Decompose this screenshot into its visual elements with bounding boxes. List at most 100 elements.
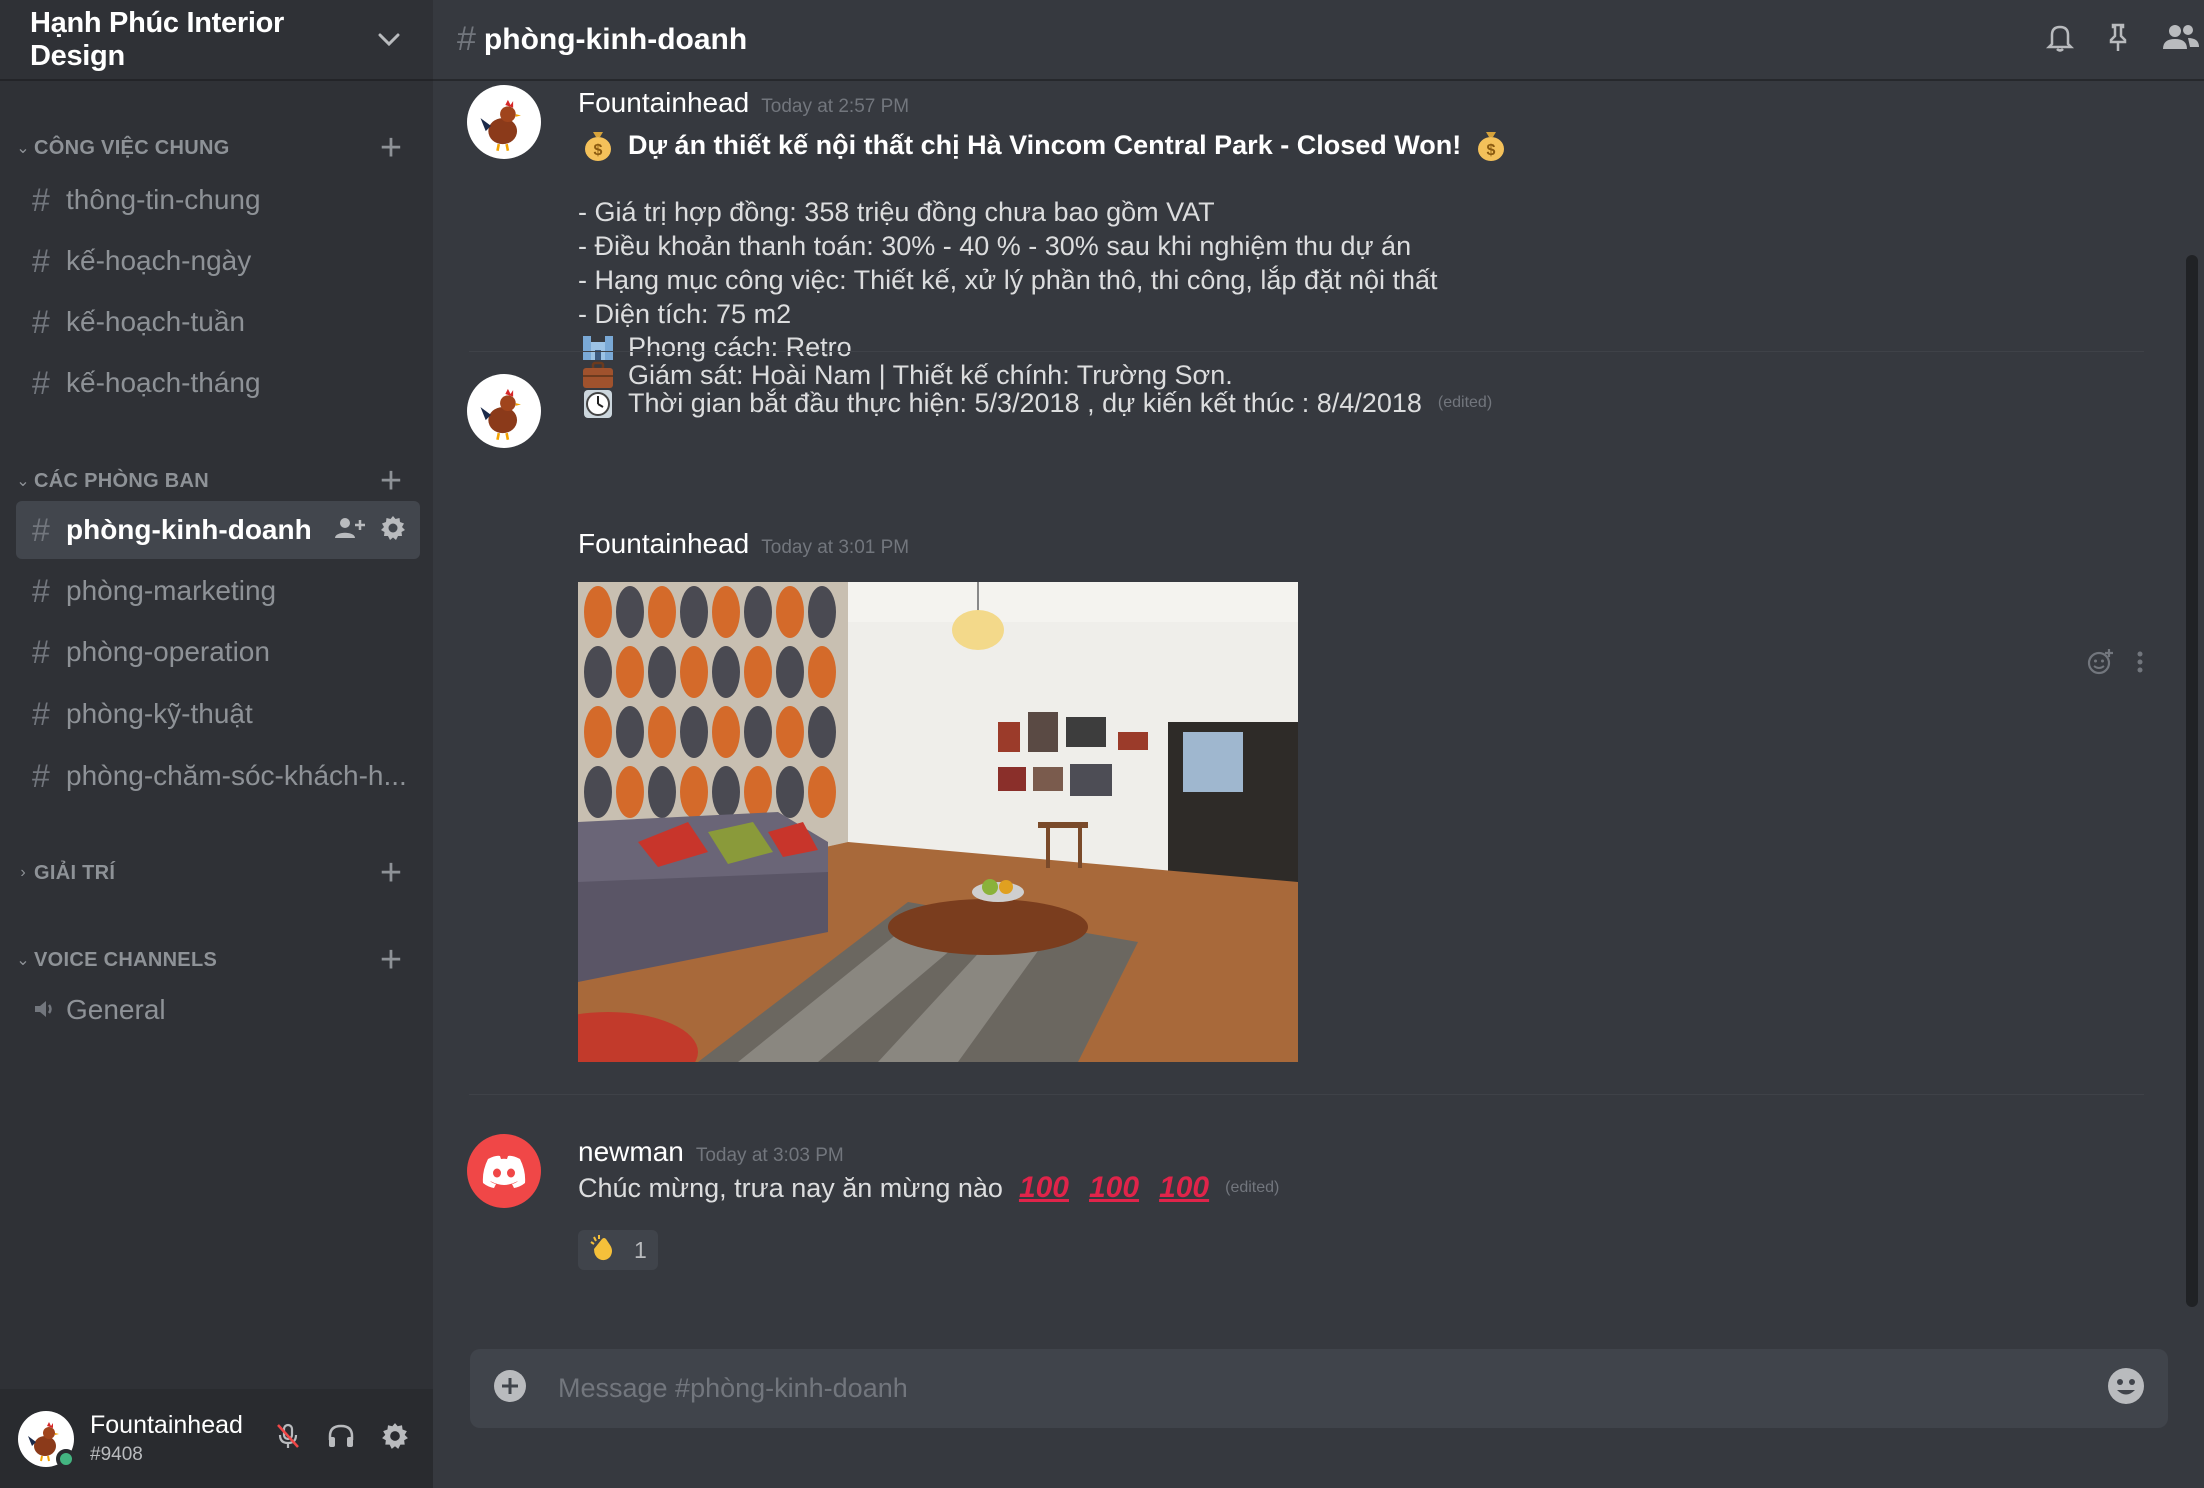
- hash-icon: #: [32, 303, 50, 340]
- hash-icon: #: [32, 757, 50, 794]
- message-divider: [469, 1094, 2144, 1095]
- message-author[interactable]: newman: [578, 1136, 684, 1168]
- add-channel-icon[interactable]: +: [371, 941, 411, 979]
- channel-title: phòng-kinh-doanh: [483, 22, 748, 56]
- channel-sidebar: Hạnh Phúc Interior Design ⌄ CÔNG VIỆC CH…: [0, 0, 433, 1488]
- hash-icon: #: [457, 20, 476, 58]
- channel-phong-cham-soc-khach-hang[interactable]: # phòng-chăm-sóc-khách-h...: [16, 747, 420, 805]
- channel-label: phòng-kỹ-thuật: [66, 698, 253, 729]
- add-channel-icon[interactable]: +: [371, 854, 411, 892]
- message-input[interactable]: [558, 1373, 2106, 1404]
- message-author[interactable]: Fountainhead: [578, 87, 749, 119]
- channel-label: thông-tin-chung: [66, 184, 261, 215]
- detail-line: - Điều khoản thanh toán: 30% - 40 % - 30…: [578, 231, 1412, 261]
- channel-label: kế-hoạch-ngày: [66, 245, 252, 276]
- channel-ke-hoach-tuan[interactable]: # kế-hoạch-tuần: [16, 293, 420, 351]
- hash-icon: #: [32, 695, 50, 732]
- clock-emoji: [578, 383, 618, 423]
- money-bag-emoji: $: [578, 125, 618, 165]
- hash-icon: #: [32, 364, 50, 401]
- money-bag-emoji: $: [1471, 125, 1511, 165]
- category-label: CÁC PHÒNG BAN: [34, 469, 210, 492]
- message-avatar[interactable]: [467, 1134, 541, 1208]
- channel-phong-marketing[interactable]: # phòng-marketing: [16, 562, 420, 620]
- add-channel-icon[interactable]: +: [371, 462, 411, 500]
- channel-ke-hoach-ngay[interactable]: # kế-hoạch-ngày: [16, 232, 420, 290]
- channel-label: kế-hoạch-tuần: [66, 306, 246, 337]
- timeline-line: Thời gian bắt đầu thực hiện: 5/3/2018 , …: [628, 388, 1422, 418]
- pin-icon[interactable]: [2104, 21, 2132, 58]
- message-header: newman Today at 3:03 PM: [578, 1136, 844, 1168]
- channel-settings-gear-icon[interactable]: [380, 515, 406, 546]
- message-timestamp: Today at 2:57 PM: [761, 96, 910, 117]
- rooster-icon: [480, 388, 521, 440]
- channel-thong-tin-chung[interactable]: # thông-tin-chung: [16, 171, 420, 229]
- message-avatar[interactable]: [467, 374, 541, 448]
- add-channel-icon[interactable]: +: [371, 129, 411, 167]
- server-header[interactable]: Hạnh Phúc Interior Design: [0, 0, 433, 81]
- channel-label: kế-hoạch-tháng: [66, 367, 261, 398]
- category-cac-phong-ban[interactable]: ⌄ CÁC PHÒNG BAN +: [0, 461, 433, 501]
- detail-line: - Diện tích: 75 m2: [578, 299, 792, 329]
- channel-header: # phòng-kinh-doanh: [433, 0, 2204, 81]
- message-hover-actions: [2086, 648, 2144, 681]
- category-label: CÔNG VIỆC CHUNG: [34, 136, 230, 159]
- message-timestamp: Today at 3:01 PM: [761, 537, 910, 558]
- mute-microphone-icon[interactable]: [275, 1422, 301, 1455]
- message-content: $ Dự án thiết kế nội thất chị Hà Vincom …: [578, 125, 1511, 418]
- scrollbar[interactable]: [2186, 255, 2198, 1307]
- chevron-down-icon: ⌄: [16, 952, 30, 969]
- bell-icon[interactable]: [2044, 21, 2076, 58]
- chevron-down-icon: ⌄: [16, 473, 30, 490]
- image-attachment: [578, 582, 1298, 1062]
- emoji-picker-icon[interactable]: [2106, 1366, 2146, 1411]
- channel-label: phòng-marketing: [66, 575, 277, 606]
- detail-line: - Giá trị hợp đồng: 358 triệu đồng chưa …: [578, 197, 1215, 227]
- hundred-points-emoji: 100: [1159, 1171, 1210, 1204]
- reaction-pill[interactable]: 1: [578, 1230, 658, 1270]
- hash-icon: #: [32, 572, 50, 609]
- chevron-down-icon[interactable]: [374, 25, 403, 55]
- message-list[interactable]: Fountainhead Today at 2:57 PM $ Dự án th…: [433, 83, 2204, 1313]
- deal-title: Dự án thiết kế nội thất chị Hà Vincom Ce…: [628, 130, 1462, 160]
- voice-channel-general[interactable]: General: [16, 981, 420, 1039]
- channel-label: phòng-operation: [66, 636, 270, 667]
- channel-label: General: [66, 994, 166, 1025]
- category-giai-tri[interactable]: › GIẢI TRÍ +: [0, 853, 433, 893]
- user-discriminator: #9408: [90, 1444, 143, 1465]
- username: Fountainhead: [90, 1411, 243, 1439]
- user-panel: Fountainhead #9408: [0, 1389, 433, 1488]
- discord-logo-icon: [482, 1155, 526, 1188]
- hash-icon: #: [32, 633, 50, 670]
- upload-plus-icon[interactable]: [492, 1368, 528, 1409]
- channel-ke-hoach-thang[interactable]: # kế-hoạch-tháng: [16, 354, 420, 412]
- channel-phong-ky-thuat[interactable]: # phòng-kỹ-thuật: [16, 685, 420, 743]
- svg-text:$: $: [1487, 142, 1496, 159]
- category-label: GIẢI TRÍ: [34, 861, 116, 884]
- edited-label: (edited): [1437, 394, 1493, 411]
- speaker-icon: [32, 992, 66, 1029]
- message-composer: [470, 1349, 2168, 1428]
- svg-text:$: $: [594, 142, 603, 159]
- category-voice-channels[interactable]: ⌄ VOICE CHANNELS +: [0, 940, 433, 980]
- living-room-photo[interactable]: [578, 582, 1298, 1062]
- members-icon[interactable]: [2160, 21, 2200, 58]
- server-name: Hạnh Phúc Interior Design: [30, 6, 285, 72]
- add-reaction-icon[interactable]: [2086, 648, 2114, 681]
- online-status-dot: [56, 1449, 76, 1469]
- message-content: Chúc mừng, trưa nay ăn mừng nào 100 100 …: [578, 1171, 1279, 1205]
- channel-phong-kinh-doanh[interactable]: # phòng-kinh-doanh: [16, 501, 420, 559]
- more-options-icon[interactable]: [2136, 650, 2144, 679]
- invite-user-icon[interactable]: [334, 516, 366, 545]
- hundred-points-emoji: 100: [1089, 1171, 1140, 1204]
- message-divider: [469, 351, 2144, 352]
- user-settings-gear-icon[interactable]: [381, 1422, 409, 1455]
- category-label: VOICE CHANNELS: [34, 948, 218, 971]
- category-cong-viec-chung[interactable]: ⌄ CÔNG VIỆC CHUNG +: [0, 128, 433, 168]
- message-author[interactable]: Fountainhead: [578, 528, 749, 560]
- headphones-icon[interactable]: [327, 1423, 355, 1454]
- message-avatar[interactable]: [467, 85, 541, 159]
- message-header: Fountainhead Today at 2:57 PM: [578, 87, 909, 119]
- hash-icon: #: [32, 511, 50, 548]
- channel-phong-operation[interactable]: # phòng-operation: [16, 623, 420, 681]
